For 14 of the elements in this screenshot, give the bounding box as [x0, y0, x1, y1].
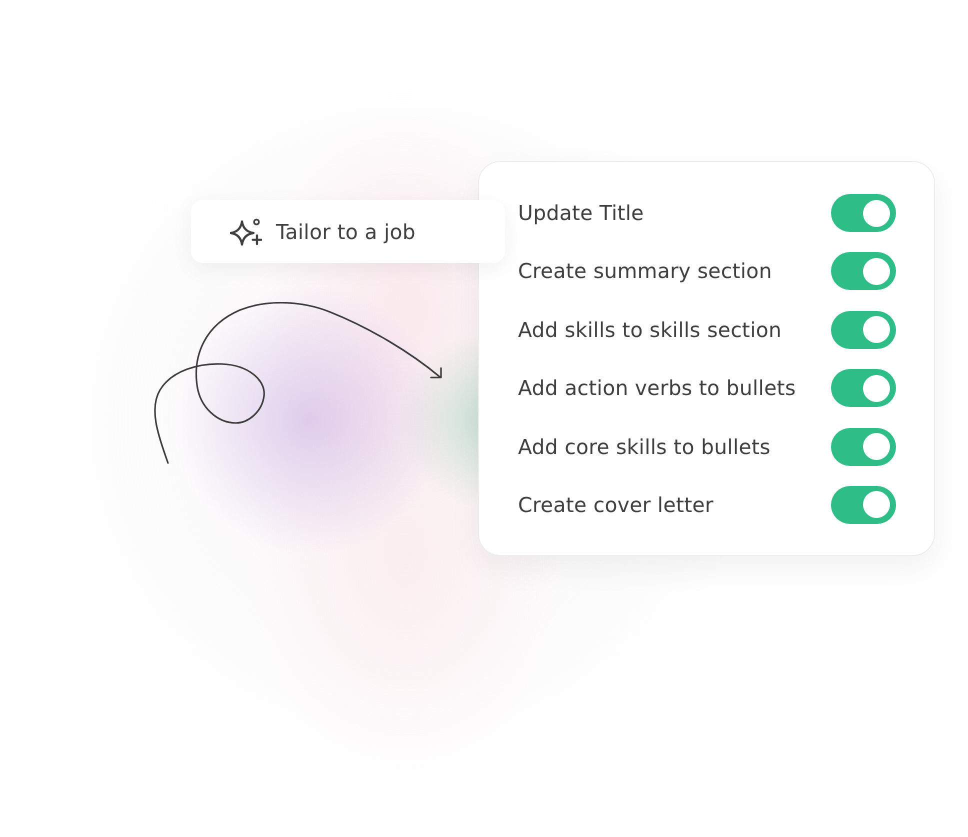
- tailor-button[interactable]: Tailor to a job: [191, 200, 505, 263]
- toggle-switch[interactable]: [831, 428, 896, 466]
- option-label: Create summary section: [518, 259, 772, 284]
- option-label: Add action verbs to bullets: [518, 376, 796, 400]
- toggle-switch[interactable]: [831, 369, 896, 408]
- sparkle-icon: [230, 218, 262, 246]
- option-label: Update Title: [518, 201, 644, 225]
- option-label: Add skills to skills section: [518, 318, 782, 342]
- toggle-switch[interactable]: [831, 252, 896, 290]
- toggle-switch[interactable]: [831, 194, 896, 232]
- option-label: Add core skills to bullets: [518, 434, 770, 459]
- toggle-switch[interactable]: [831, 310, 896, 349]
- toggle-switch[interactable]: [831, 486, 896, 524]
- option-label: Create cover letter: [518, 492, 714, 517]
